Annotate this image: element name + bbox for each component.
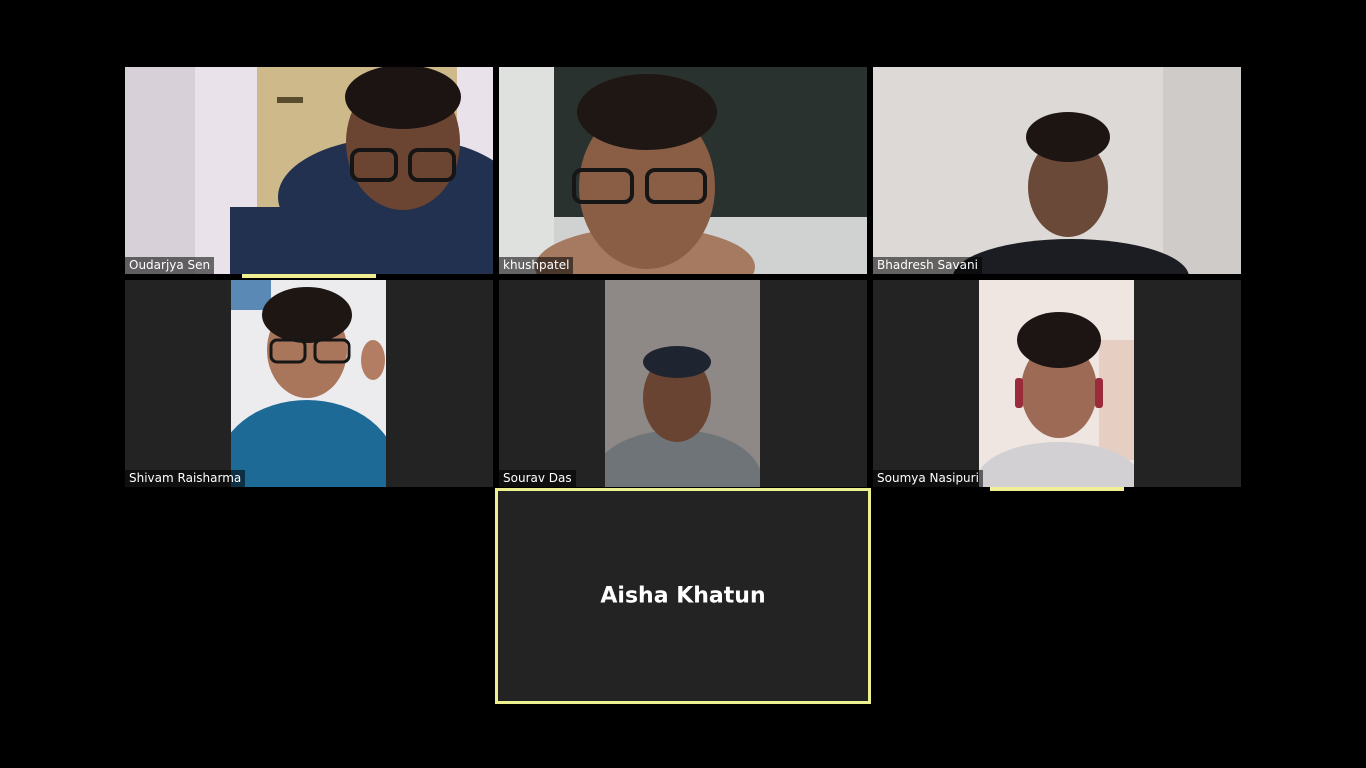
participant-name-label: Oudarjya Sen bbox=[125, 257, 215, 274]
participant-tile-khushpatel[interactable]: khushpatel bbox=[499, 67, 867, 274]
participant-tile-soumya-nasipuri[interactable]: Soumya Nasipuri bbox=[873, 280, 1241, 487]
participant-name-center: Aisha Khatun bbox=[600, 583, 766, 609]
participant-video bbox=[979, 280, 1134, 487]
participant-tile-shivam-raisharma[interactable]: Shivam Raisharma bbox=[125, 280, 493, 487]
participant-name-label: Sourav Das bbox=[499, 470, 576, 487]
participant-video bbox=[231, 280, 386, 487]
participant-video bbox=[873, 67, 1241, 274]
participant-video bbox=[499, 67, 867, 274]
participant-tile-oudarjya-sen[interactable]: Oudarjya Sen bbox=[125, 67, 493, 274]
participant-video bbox=[605, 280, 760, 487]
participant-name-label: Soumya Nasipuri bbox=[873, 470, 983, 487]
speaking-indicator bbox=[242, 274, 376, 278]
participant-tile-aisha-khatun[interactable]: Aisha Khatun bbox=[495, 488, 871, 704]
participant-video bbox=[125, 67, 493, 274]
participant-name-label: Bhadresh Savani bbox=[873, 257, 982, 274]
participant-name-label: Shivam Raisharma bbox=[125, 470, 246, 487]
participant-tile-sourav-das[interactable]: Sourav Das bbox=[499, 280, 867, 487]
participant-name-label: khushpatel bbox=[499, 257, 574, 274]
speaking-indicator bbox=[990, 487, 1124, 491]
participant-tile-bhadresh-savani[interactable]: Bhadresh Savani bbox=[873, 67, 1241, 274]
